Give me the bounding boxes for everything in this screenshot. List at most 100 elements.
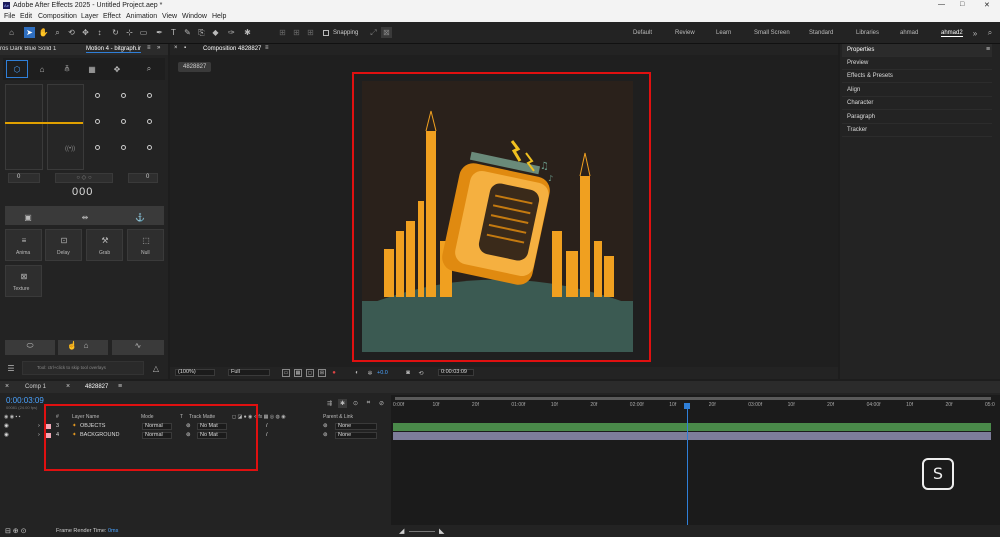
snap-options-icon[interactable]: ⤢	[368, 27, 379, 38]
texture-button[interactable]: ⊠ Texture	[5, 265, 42, 297]
right-panel-menu-icon[interactable]: ≡	[986, 46, 990, 53]
workspace-review[interactable]: Review	[675, 30, 695, 36]
roto-brush-icon[interactable]: ✑	[226, 27, 237, 38]
tracker-panel[interactable]: Tracker	[842, 124, 992, 137]
null-button[interactable]: ⬚ Null	[127, 229, 164, 261]
lock-icon[interactable]: ▪	[184, 45, 186, 51]
grab-button[interactable]: ⚒ Grab	[86, 229, 123, 261]
workspace-standard[interactable]: Standard	[809, 30, 833, 36]
timeline-menu-icon[interactable]: ≡	[118, 383, 122, 390]
exposure-icon[interactable]: ✲	[366, 369, 374, 377]
panel-expand-icon[interactable]: »	[157, 45, 160, 51]
bottom-action-3[interactable]: ∿	[112, 340, 164, 355]
clone-stamp-icon[interactable]: ⎘	[196, 27, 207, 38]
mask-visibility-icon[interactable]: ◻	[306, 369, 314, 377]
menu-effect[interactable]: Effect	[103, 13, 121, 20]
comp-subtab[interactable]: 4828827	[178, 62, 212, 72]
home-icon[interactable]: ⌂	[6, 27, 17, 38]
show-snapshot-icon[interactable]: ⟲	[417, 369, 425, 377]
ease-graph-left[interactable]	[5, 84, 43, 170]
timeline-tab-4828827[interactable]: 4828827	[85, 384, 108, 390]
world-axis-icon[interactable]: ⊞	[291, 27, 302, 38]
shy-icon[interactable]: ⊙	[351, 399, 360, 408]
search-help-icon[interactable]: ⌕	[985, 28, 995, 38]
parent-dropdown[interactable]: None	[335, 432, 377, 439]
work-area-bar[interactable]	[395, 397, 991, 400]
resolution-dropdown[interactable]: Full	[228, 369, 270, 376]
anchor-point-tl[interactable]	[95, 93, 100, 98]
align-center-icon[interactable]: ⇹	[79, 211, 91, 223]
comp-flowchart-icon[interactable]: ⇶	[325, 399, 334, 408]
parent-dropdown[interactable]: None	[335, 423, 377, 430]
anchor-mode-icon[interactable]: ⬡	[6, 60, 28, 78]
guides-icon[interactable]: ⊞	[318, 369, 326, 377]
selection-tool-icon[interactable]: ➤	[24, 27, 35, 38]
tab-motion4[interactable]: Motion 4 - bitgraph.ir	[86, 46, 142, 53]
draft-3d-icon[interactable]: ✱	[338, 399, 347, 408]
panel-menu-icon[interactable]: ≡	[147, 45, 151, 51]
warning-icon[interactable]: △	[150, 362, 162, 374]
close-comp1-icon[interactable]: ×	[5, 383, 9, 390]
expand-arrow-icon[interactable]: ›	[38, 432, 40, 438]
anchor-point-tr[interactable]	[147, 93, 152, 98]
center-stepper[interactable]: ○ ◇ ○	[55, 173, 113, 183]
ease-graph-right[interactable]	[47, 84, 84, 170]
workspace-menu-icon[interactable]: »	[970, 28, 980, 38]
anchor-point-bl[interactable]	[95, 145, 100, 150]
workspace-ahmad[interactable]: ahmad	[900, 30, 918, 36]
character-panel[interactable]: Character	[842, 97, 992, 110]
preview-panel[interactable]: Preview	[842, 57, 992, 70]
delay-button[interactable]: ⊡ Delay	[45, 229, 82, 261]
zoom-slider[interactable]	[409, 531, 435, 532]
bar-objects[interactable]	[393, 423, 991, 431]
rotate-tool-icon[interactable]: ↻	[110, 27, 121, 38]
visibility-eye-icon[interactable]: ◉	[4, 432, 9, 438]
playhead[interactable]	[687, 404, 688, 525]
search-mode-icon[interactable]: ⌕	[138, 60, 160, 78]
anchor-tool-icon[interactable]: ⊹	[124, 27, 135, 38]
shape-tool-icon[interactable]: ▭	[138, 27, 149, 38]
exposure-value[interactable]: +0.0	[377, 370, 388, 376]
toggle-switches-icon[interactable]: ⊟ ⊕ ⊙	[5, 527, 27, 535]
snapping-checkbox[interactable]	[323, 30, 329, 36]
minimize-button[interactable]: —	[938, 1, 945, 8]
pen-tool-icon[interactable]: ✒	[154, 27, 165, 38]
anchor-point-br[interactable]	[147, 145, 152, 150]
bar-background[interactable]	[393, 432, 991, 440]
workspace-small-screen[interactable]: Small Screen	[754, 30, 790, 36]
menu-composition[interactable]: Composition	[38, 13, 77, 20]
pan-camera-icon[interactable]: ✥	[80, 27, 91, 38]
workspace-learn[interactable]: Learn	[716, 30, 731, 36]
expand-arrow-icon[interactable]: ›	[38, 423, 40, 429]
parent-pickwhip-icon[interactable]: ⊚	[323, 432, 328, 438]
menu-help[interactable]: Help	[212, 13, 226, 20]
menu-file[interactable]: File	[4, 13, 15, 20]
puppet-tool-icon[interactable]: ✱	[242, 27, 253, 38]
maximize-button[interactable]: □	[960, 1, 964, 8]
settings-icon[interactable]: ☰	[5, 362, 17, 374]
anchor-point-mc[interactable]	[121, 119, 126, 124]
timeline-tab-comp1[interactable]: Comp 1	[25, 384, 46, 390]
workspace-libraries[interactable]: Libraries	[856, 30, 879, 36]
menu-view[interactable]: View	[162, 13, 177, 20]
brush-tool-icon[interactable]: ✎	[182, 27, 193, 38]
zoom-out-icon[interactable]: ◢	[399, 527, 404, 535]
properties-panel-header[interactable]: Properties	[842, 44, 992, 57]
parent-pickwhip-icon[interactable]: ⊚	[323, 423, 328, 429]
workspace-ahmad2[interactable]: ahmad2	[941, 30, 963, 37]
snap-grid-icon[interactable]: ⊠	[381, 27, 392, 38]
move-mode-icon[interactable]: ✥	[106, 60, 128, 78]
visibility-eye-icon[interactable]: ◉	[4, 423, 9, 429]
anchor-point-ml[interactable]	[95, 119, 100, 124]
comp-tab-label[interactable]: Composition 4828827	[203, 46, 261, 52]
quality-switch-icon[interactable]: /	[266, 432, 268, 438]
menu-window[interactable]: Window	[182, 13, 207, 20]
anchor-point-mr[interactable]	[147, 119, 152, 124]
frame-blending-icon[interactable]: ⌗	[364, 399, 373, 408]
quality-switch-icon[interactable]: /	[266, 423, 268, 429]
tab-effect-controls[interactable]: ros Dark Blue Solid 1	[0, 46, 80, 52]
align-left-icon[interactable]: ▣	[22, 211, 34, 223]
menu-edit[interactable]: Edit	[20, 13, 32, 20]
bottom-action-1[interactable]: ⬭	[5, 340, 55, 355]
bottom-action-2[interactable]: ☝ ⌂	[58, 340, 108, 355]
